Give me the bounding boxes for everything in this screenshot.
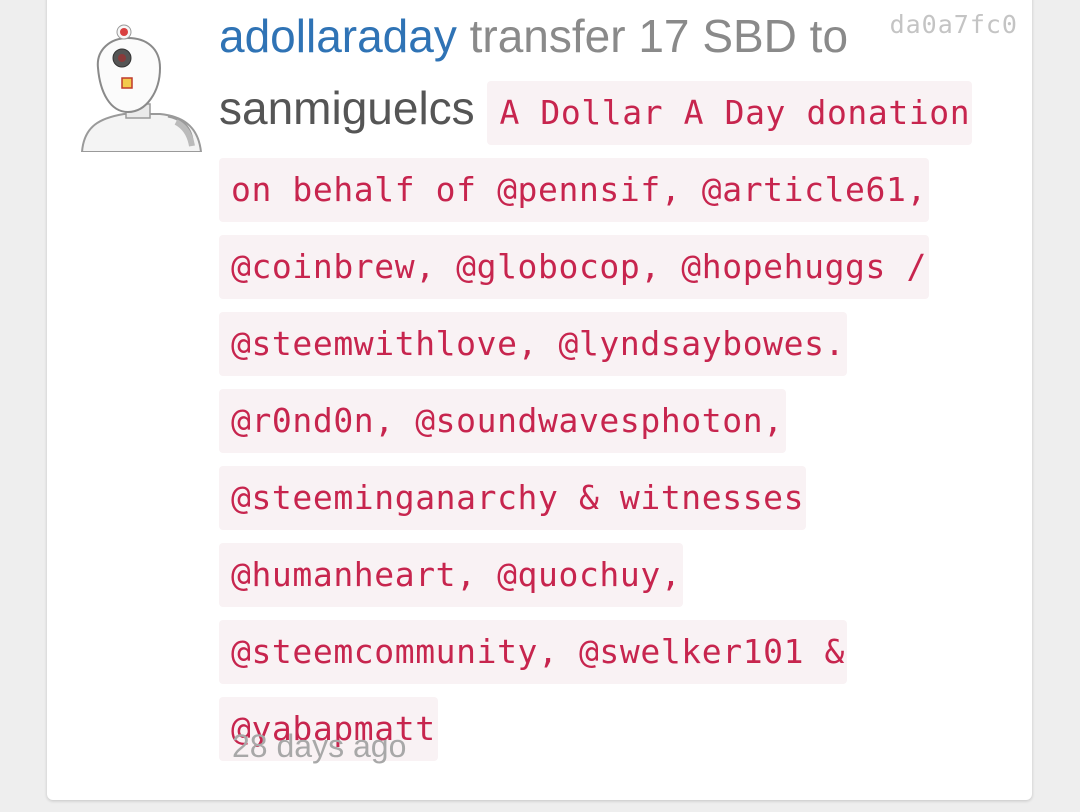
transfer-body: adollaraday transfer 17 SBD to sanmiguel… <box>219 0 1019 765</box>
robot-avatar-icon <box>80 29 203 153</box>
memo-line: A Dollar A Day <box>499 93 787 132</box>
transfer-card: da0a7fc0 adollaraday transfer 17 SBD to … <box>47 0 1032 800</box>
robot-antenna-icon <box>116 24 132 40</box>
user-avatar[interactable] <box>80 24 203 153</box>
transfer-action-cont: SBD to <box>702 10 849 62</box>
author-link[interactable]: adollaraday <box>219 10 457 62</box>
timestamp[interactable]: 28 days ago <box>232 728 406 765</box>
recipient-link[interactable]: sanmiguelcs <box>219 82 475 134</box>
transfer-action: transfer 17 <box>469 10 690 62</box>
transfer-memo: A Dollar A Day donation on behalf of @pe… <box>219 81 973 761</box>
memo-line: @steemcommunity, @swelker101 & <box>231 632 846 671</box>
